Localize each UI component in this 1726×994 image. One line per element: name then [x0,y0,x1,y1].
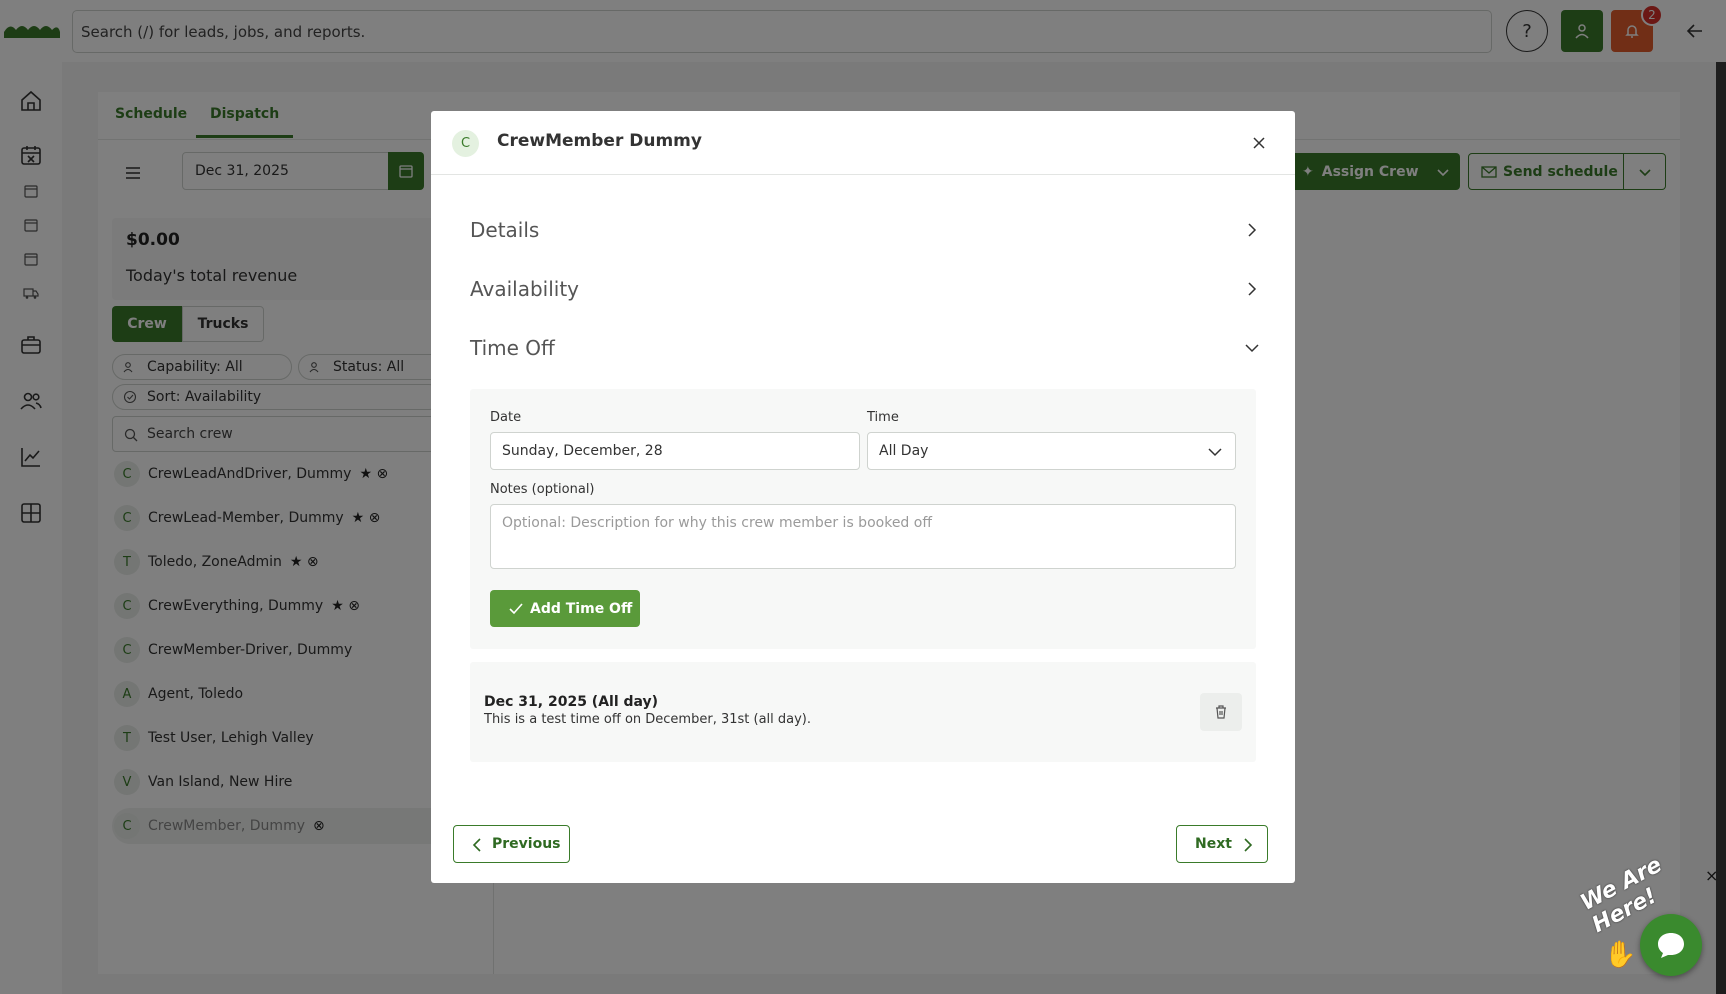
modal-title: CrewMember Dummy [497,131,702,151]
add-time-off-button[interactable]: Add Time Off [490,590,640,627]
chevron-right-icon [1248,223,1257,237]
time-off-entry: Dec 31, 2025 (All day) This is a test ti… [470,662,1256,762]
chevron-right-icon [1248,282,1257,296]
time-off-entry-description: This is a test time off on December, 31s… [484,712,812,727]
time-off-time-select[interactable]: All Day [867,432,1236,470]
chat-bubble-icon [1658,933,1684,958]
previous-button[interactable]: Previous [453,825,570,863]
scrollbar[interactable] [1716,62,1726,994]
crew-member-modal: C CrewMember Dummy Details Availability … [431,111,1295,883]
time-off-date-input[interactable]: Sunday, December, 28 [490,432,860,470]
chevron-right-icon [1244,838,1253,852]
details-section-label: Details [470,218,540,242]
add-time-off-label: Add Time Off [530,600,633,617]
time-off-form: Date Time Sunday, December, 28 All Day N… [470,389,1256,649]
date-label: Date [490,410,522,425]
close-icon [1253,137,1265,149]
notes-label: Notes (optional) [490,482,595,497]
check-icon [509,603,523,615]
next-button[interactable]: Next [1176,825,1268,863]
previous-label: Previous [492,836,561,852]
close-button[interactable] [1251,135,1267,151]
details-section-toggle[interactable]: Details [470,210,1260,250]
time-off-entry-title: Dec 31, 2025 (All day) [484,694,659,710]
chevron-down-icon [1208,448,1222,457]
chat-launcher-button[interactable] [1640,914,1702,976]
chevron-left-icon [472,838,481,852]
avatar: C [452,130,479,157]
notes-textarea[interactable]: Optional: Description for why this crew … [490,504,1236,569]
trash-icon [1216,705,1226,719]
next-label: Next [1195,836,1232,852]
time-select-value: All Day [879,443,929,459]
time-off-section-label: Time Off [470,336,555,360]
availability-section-toggle[interactable]: Availability [470,269,1260,309]
modal-header: C CrewMember Dummy [431,111,1295,175]
wave-hand-icon: ✋ [1604,940,1637,970]
delete-time-off-button[interactable] [1200,693,1242,731]
chevron-down-icon [1245,344,1259,353]
availability-section-label: Availability [470,277,580,301]
time-off-section-toggle[interactable]: Time Off [470,328,1260,368]
time-label: Time [867,410,899,425]
